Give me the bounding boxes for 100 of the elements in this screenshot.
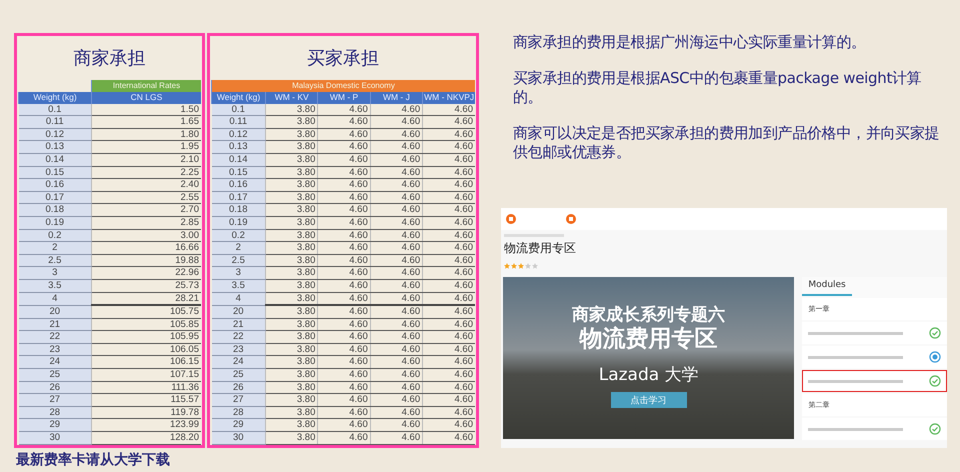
table-cell: 30: [212, 432, 266, 444]
table-cell: 21: [18, 318, 92, 331]
table-cell: 27: [18, 394, 92, 406]
table-cell: 4.60: [422, 343, 475, 356]
table-cell: 3.80: [266, 394, 318, 406]
table-cell: 0.18: [212, 204, 266, 216]
table-cell: 4.60: [318, 128, 370, 141]
table-cell: 4.60: [318, 104, 370, 116]
modules-heading[interactable]: Modules: [802, 277, 852, 296]
table-cell: 105.95: [92, 330, 201, 344]
table-cell: 4.60: [318, 166, 370, 179]
app-icon[interactable]: [566, 214, 576, 224]
table-cell: 0.16: [212, 178, 266, 192]
table-cell: 2.25: [92, 166, 201, 179]
table-cell: 3.80: [266, 368, 318, 382]
table-cell: 4.60: [422, 381, 475, 394]
table-cell: 0.15: [212, 166, 266, 179]
table-cell: 4.60: [318, 266, 370, 280]
download-caption: 最新费率卡请从大学下载: [16, 450, 171, 469]
table-cell: 3.80: [266, 418, 318, 432]
table-cell: 4.60: [318, 432, 370, 444]
table-cell: 24: [212, 356, 266, 369]
table-cell: 3.5: [212, 279, 266, 292]
table-cell: 106.15: [92, 356, 201, 369]
table-cell: 0.19: [18, 216, 92, 230]
table-cell: 0.1: [18, 104, 92, 116]
table-cell: 4.60: [422, 128, 475, 141]
table-cell: 0.12: [212, 128, 266, 141]
table-cell: 4.60: [422, 254, 475, 267]
table-cell: 4.60: [422, 318, 475, 331]
table-cell: 23: [212, 343, 266, 356]
table-cell: 1.95: [92, 140, 201, 154]
column-header: WM - NKVPJ: [422, 92, 475, 104]
table-cell: 3.80: [266, 343, 318, 356]
table-cell: 0.12: [18, 128, 92, 141]
table-cell: 2.5: [18, 254, 92, 267]
table-cell: 0.2: [18, 229, 92, 242]
column-header: WM - KV: [266, 92, 318, 104]
table-cell: 4.60: [422, 229, 475, 242]
table-cell: 26: [18, 381, 92, 394]
table-title: 买家承担: [306, 47, 380, 71]
table-cell: 25.73: [92, 279, 201, 292]
table-cell: 4.60: [370, 330, 423, 344]
table-cell: 111.36: [92, 381, 201, 394]
table-cell: 4.60: [318, 140, 370, 154]
table-cell: 105.85: [92, 318, 201, 331]
table-cell: 20: [212, 305, 266, 318]
group-header: Malaysia Domestic Economy: [212, 80, 475, 92]
table-cell: 3.80: [266, 242, 318, 254]
table-cell: 4: [212, 292, 266, 306]
table-cell: 3.80: [266, 216, 318, 230]
table-cell: 29: [212, 418, 266, 432]
table-cell: 4.60: [318, 216, 370, 230]
table-cell: 3.80: [266, 381, 318, 394]
table-cell: 0.1: [212, 104, 266, 116]
table-cell: 2.70: [92, 204, 201, 216]
table-cell: 3: [18, 266, 92, 280]
table-cell: 4.60: [370, 216, 423, 230]
table-cell: 4.60: [370, 406, 423, 419]
table-cell: 2: [18, 242, 92, 254]
table-cell: 25: [18, 368, 92, 382]
table-cell: 4.60: [370, 266, 423, 280]
table-cell: 3.80: [266, 104, 318, 116]
table-cell: 4.60: [422, 418, 475, 432]
table-cell: 3.5: [18, 279, 92, 292]
table-cell: 0.11: [18, 116, 92, 128]
table-cell: 4.60: [370, 242, 423, 254]
lesson-item[interactable]: [802, 370, 947, 392]
table-cell: 4.60: [318, 242, 370, 254]
table-cell: 0.16: [18, 178, 92, 192]
column-header: CN LGS: [92, 92, 201, 104]
table-cell: 0.14: [212, 153, 266, 166]
table-cell: 24: [18, 356, 92, 369]
table-cell: 4.60: [422, 191, 475, 204]
table-cell: 4.60: [370, 204, 423, 216]
banner-headline: 物流费用专区: [580, 325, 718, 353]
table-cell: 28: [18, 406, 92, 419]
table-cell: 4.60: [318, 381, 370, 394]
table-cell: 3.80: [266, 432, 318, 444]
table-cell: 106.05: [92, 343, 201, 356]
table-cell: 3.80: [266, 153, 318, 166]
banner-brand: Lazada 大学: [598, 364, 699, 386]
table-cell: 2.10: [92, 153, 201, 166]
table-cell: 4.60: [370, 368, 423, 382]
table-cell: 4.60: [370, 318, 423, 331]
table-cell: 115.57: [92, 394, 201, 406]
table-cell: 4.60: [422, 368, 475, 382]
column-header: WM - J: [370, 92, 423, 104]
table-cell: 4.60: [370, 394, 423, 406]
table-cell: 3.80: [266, 266, 318, 280]
table-cell: 0.11: [212, 116, 266, 128]
table-cell: 0.17: [212, 191, 266, 204]
app-icon[interactable]: [506, 214, 516, 224]
table-cell: 4.60: [422, 356, 475, 369]
course-title: 物流费用专区: [504, 240, 576, 257]
table-cell: 3.80: [266, 356, 318, 369]
table-cell: 4.60: [370, 116, 423, 128]
table-cell: 3.80: [266, 254, 318, 267]
table-cell: 4.60: [370, 381, 423, 394]
table-cell: 4.60: [422, 406, 475, 419]
